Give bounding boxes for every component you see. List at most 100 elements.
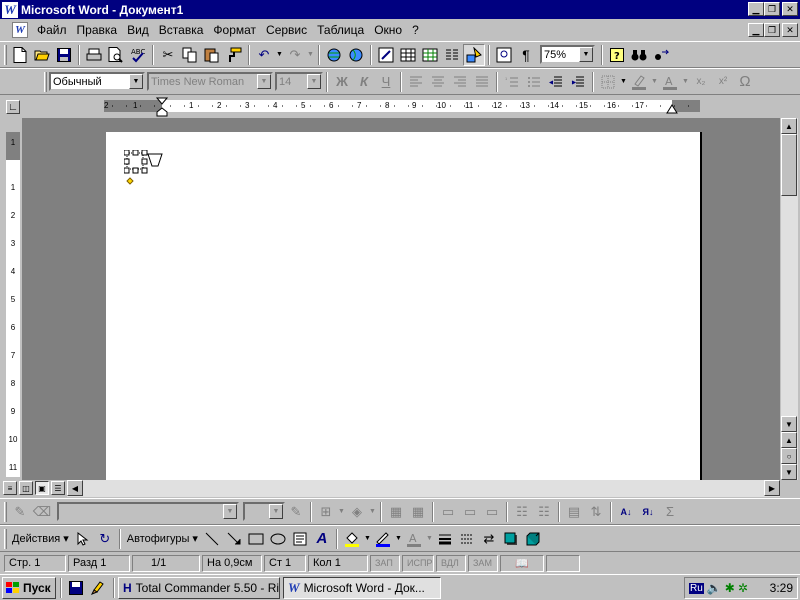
- menu-help[interactable]: ?: [407, 23, 424, 37]
- show-formatting-icon[interactable]: ¶: [515, 44, 537, 66]
- menu-tools[interactable]: Сервис: [261, 23, 312, 37]
- autosum-icon[interactable]: Σ: [659, 501, 681, 523]
- center-vertically-icon[interactable]: ▭: [459, 501, 481, 523]
- web-layout-view-icon[interactable]: ◫: [19, 481, 33, 495]
- subscript-icon[interactable]: x₂: [690, 71, 712, 93]
- horizontal-ruler[interactable]: 2 1 1 2 3 4 5 6 7 8 9 10 11 12 13 14 15 …: [104, 97, 700, 117]
- clock[interactable]: 3:29: [770, 581, 793, 595]
- toolbar-grip[interactable]: [4, 528, 7, 549]
- new-document-icon[interactable]: [9, 44, 31, 66]
- sort-descending-icon[interactable]: Я↓: [637, 501, 659, 523]
- tab-stop-selector[interactable]: ∟: [6, 100, 20, 114]
- line-weight-combo[interactable]: ▼: [243, 502, 285, 521]
- highlight-icon[interactable]: [628, 71, 650, 93]
- insert-hyperlink-icon[interactable]: [323, 44, 345, 66]
- minimize-button[interactable]: ▁: [748, 2, 764, 16]
- open-folder-icon[interactable]: [31, 44, 53, 66]
- select-browse-object-icon[interactable]: ○: [781, 448, 797, 464]
- scroll-right-icon[interactable]: ▶: [764, 480, 780, 496]
- text-color-dropdown-icon[interactable]: ▼: [425, 528, 434, 550]
- close-button[interactable]: ✕: [782, 2, 798, 16]
- help-icon[interactable]: ?: [606, 44, 628, 66]
- horizontal-scrollbar[interactable]: ◀ ▶: [67, 480, 780, 497]
- line-color-icon[interactable]: [372, 528, 394, 550]
- wordart-icon[interactable]: A: [311, 528, 333, 550]
- spelling-status-icon[interactable]: 📖: [500, 554, 544, 572]
- tray-app-icon[interactable]: ✱: [725, 581, 735, 595]
- status-ovr[interactable]: ЗАМ: [468, 554, 498, 572]
- outside-border-icon[interactable]: ⊞: [315, 501, 337, 523]
- superscript-icon[interactable]: x²: [712, 71, 734, 93]
- text-color-icon[interactable]: A: [403, 528, 425, 550]
- font-size-combo[interactable]: 14 ▼: [275, 72, 323, 91]
- menu-insert[interactable]: Вставка: [154, 23, 209, 37]
- font-color-icon[interactable]: A: [659, 71, 681, 93]
- italic-button[interactable]: К: [353, 71, 375, 93]
- menu-file[interactable]: Файл: [32, 23, 72, 37]
- dash-style-icon[interactable]: [456, 528, 478, 550]
- borders-icon[interactable]: [597, 71, 619, 93]
- toolbar-grip[interactable]: [44, 71, 47, 92]
- tray-bug-icon[interactable]: ✲: [738, 581, 748, 595]
- status-trk[interactable]: ИСПР: [402, 554, 434, 572]
- border-color-icon[interactable]: ✎: [285, 501, 307, 523]
- vertical-scrollbar[interactable]: ▲ ▼ ▲ ○ ▼: [781, 118, 798, 480]
- zoom-dropdown-icon[interactable]: ▼: [579, 47, 593, 62]
- 3d-icon[interactable]: [522, 528, 544, 550]
- style-combo[interactable]: Обычный ▼: [49, 72, 145, 91]
- print-preview-icon[interactable]: [105, 44, 127, 66]
- oval-icon[interactable]: [267, 528, 289, 550]
- show-desktop-icon[interactable]: [65, 577, 87, 599]
- arrow-icon[interactable]: [223, 528, 245, 550]
- start-button[interactable]: Пуск: [2, 576, 56, 599]
- insert-table-small-icon[interactable]: ▦: [385, 501, 407, 523]
- print-layout-view-icon[interactable]: ▣: [35, 481, 49, 495]
- sort-ascending-icon[interactable]: A↓: [615, 501, 637, 523]
- line-color-dropdown-icon[interactable]: ▼: [394, 528, 403, 550]
- draw-table-icon[interactable]: ✎: [9, 501, 31, 523]
- menu-edit[interactable]: Правка: [72, 23, 123, 37]
- menu-view[interactable]: Вид: [122, 23, 154, 37]
- undo-icon[interactable]: ↶: [253, 44, 275, 66]
- line-style-combo[interactable]: ▼: [57, 502, 239, 521]
- decrease-indent-icon[interactable]: [545, 71, 567, 93]
- spelling-icon[interactable]: ABC: [127, 44, 149, 66]
- shading-color-icon[interactable]: ◈: [346, 501, 368, 523]
- select-objects-icon[interactable]: [72, 528, 94, 550]
- menu-table[interactable]: Таблица: [312, 23, 369, 37]
- print-icon[interactable]: [83, 44, 105, 66]
- document-icon[interactable]: W: [12, 22, 28, 38]
- insert-excel-icon[interactable]: [419, 44, 441, 66]
- save-icon[interactable]: [53, 44, 75, 66]
- scroll-thumb[interactable]: [781, 134, 797, 196]
- columns-icon[interactable]: [441, 44, 463, 66]
- cut-icon[interactable]: ✂: [157, 44, 179, 66]
- find-binoculars-icon[interactable]: [628, 44, 650, 66]
- autoshapes-menu-button[interactable]: Автофигуры ▾: [124, 532, 201, 545]
- drawing-toggle-icon[interactable]: [463, 43, 485, 66]
- first-line-indent-marker[interactable]: [156, 97, 168, 117]
- line-style-dropdown-icon[interactable]: ▼: [223, 504, 237, 519]
- align-left-icon[interactable]: [405, 71, 427, 93]
- distribute-rows-icon[interactable]: ☷: [511, 501, 533, 523]
- scroll-down-icon[interactable]: ▼: [781, 416, 797, 432]
- toolbar-grip[interactable]: [4, 44, 7, 65]
- style-dropdown-icon[interactable]: ▼: [129, 74, 143, 89]
- align-center-icon[interactable]: [427, 71, 449, 93]
- redo-dropdown-icon[interactable]: ▼: [306, 44, 315, 66]
- previous-page-icon[interactable]: ▲: [781, 432, 797, 448]
- outline-view-icon[interactable]: ☰: [51, 481, 65, 495]
- free-rotate-icon[interactable]: ↻: [94, 528, 116, 550]
- zoom-combo[interactable]: 75% ▼: [540, 45, 595, 64]
- restore-button[interactable]: ❐: [764, 2, 780, 16]
- borders-dropdown-icon[interactable]: ▼: [619, 71, 628, 93]
- paste-icon[interactable]: [201, 44, 223, 66]
- highlight-dropdown-icon[interactable]: ▼: [650, 71, 659, 93]
- doc-minimize-button[interactable]: ▁: [748, 23, 764, 37]
- quick-launch-icon[interactable]: [87, 577, 109, 599]
- word-app-icon[interactable]: W: [2, 1, 18, 18]
- status-rec[interactable]: ЗАП: [370, 554, 400, 572]
- right-indent-marker[interactable]: [666, 104, 678, 114]
- draw-menu-button[interactable]: Действия ▾: [9, 532, 72, 545]
- next-page-icon[interactable]: ▼: [781, 464, 797, 480]
